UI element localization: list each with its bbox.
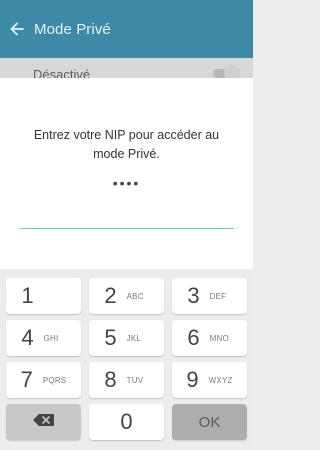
key-digit: 3 (187, 283, 200, 308)
key-4[interactable]: 4 GHI (6, 320, 81, 356)
toggle-knob (224, 65, 240, 78)
pin-underline (20, 228, 234, 229)
key-digit: 2 (104, 283, 117, 308)
key-5[interactable]: 5 JKL (89, 320, 164, 356)
ok-label: OK (198, 413, 221, 431)
key-digit: 4 (21, 325, 34, 350)
key-letters: JKL (126, 333, 142, 343)
pin-input[interactable]: •••• (20, 175, 233, 191)
key-letters: ABC (126, 291, 144, 301)
key-digit: 1 (21, 283, 34, 308)
key-letters: TUV (126, 375, 144, 385)
key-8[interactable]: 8 TUV (89, 362, 164, 398)
backspace-icon (32, 413, 56, 432)
key-7[interactable]: 7 PQRS (6, 362, 81, 398)
numeric-keypad: 1 2 ABC 3 DEF 4 GHI 5 JKL 6 MNO 7 PQRS 8… (0, 269, 253, 450)
key-letters: GHI (43, 333, 59, 343)
key-6[interactable]: 6 MNO (172, 320, 247, 356)
key-digit: 0 (120, 409, 133, 434)
privacy-setting-row: Désactivé (0, 58, 253, 78)
status-label: Désactivé (33, 67, 91, 78)
key-letters: WXYZ (208, 375, 233, 385)
pin-prompt: Entrez votre NIP pour accéder au mode Pr… (33, 128, 220, 161)
key-digit: 6 (187, 325, 200, 350)
key-letters: PQRS (42, 375, 67, 385)
pin-dialog: Entrez votre NIP pour accéder au mode Pr… (0, 78, 253, 269)
app-bar: Mode Privé (0, 0, 253, 58)
key-9[interactable]: 9 WXYZ (172, 362, 247, 398)
key-digit: 9 (186, 367, 199, 392)
key-digit: 5 (104, 325, 117, 350)
key-1[interactable]: 1 (6, 278, 81, 314)
backspace-key[interactable] (6, 404, 81, 440)
key-letters: MNO (209, 333, 229, 343)
key-letters: DEF (209, 291, 227, 301)
key-0[interactable]: 0 (89, 404, 164, 440)
ok-button[interactable]: OK (172, 404, 247, 440)
page-title: Mode Privé (34, 20, 111, 38)
key-3[interactable]: 3 DEF (172, 278, 247, 314)
key-2[interactable]: 2 ABC (89, 278, 164, 314)
key-digit: 7 (20, 367, 33, 392)
arrow-back-icon[interactable] (0, 0, 34, 58)
key-digit: 8 (104, 367, 117, 392)
